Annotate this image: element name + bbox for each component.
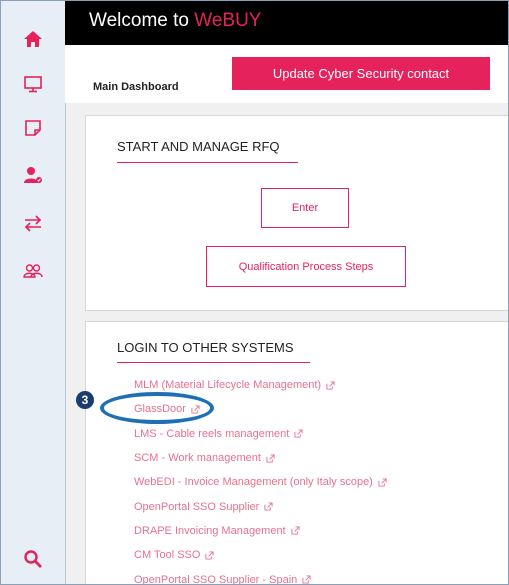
app-title: Welcome to WeBUY: [89, 10, 261, 32]
login-systems-card: LOGIN TO OTHER SYSTEMS MLM (Material Lif…: [85, 321, 508, 585]
login-title-underline: [117, 362, 310, 363]
swap-arrows-icon[interactable]: [21, 211, 45, 235]
external-link-icon: [294, 429, 303, 438]
external-link-icon: [191, 405, 200, 414]
home-icon[interactable]: [21, 27, 45, 51]
external-link-icon: [264, 502, 273, 511]
note-icon[interactable]: [21, 116, 45, 140]
top-header: Welcome to WeBUY: [65, 1, 508, 45]
link-label: GlassDoor: [134, 403, 186, 416]
user-check-icon[interactable]: [21, 163, 45, 187]
dashboard-bar: Main Dashboard Update Cyber Security con…: [65, 45, 508, 103]
link-label: OpenPortal SSO Supplier - Spain: [134, 573, 298, 585]
login-card-title: LOGIN TO OTHER SYSTEMS: [117, 340, 294, 355]
link-webedi[interactable]: WebEDI - Invoice Management (only Italy …: [134, 470, 387, 494]
link-label: WebEDI - Invoice Management (only Italy …: [134, 476, 373, 489]
external-link-icon: [378, 478, 387, 487]
link-label: OpenPortal SSO Supplier: [134, 500, 260, 513]
external-link-icon: [326, 381, 335, 390]
link-label: DRAPE Invoicing Management: [134, 524, 286, 537]
enter-button[interactable]: Enter: [261, 188, 349, 228]
link-openportal[interactable]: OpenPortal SSO Supplier: [134, 494, 387, 518]
link-label: SCM - Work management: [134, 452, 261, 465]
link-cm-tool[interactable]: CM Tool SSO: [134, 543, 387, 567]
step-marker: 3: [76, 391, 94, 409]
link-scm[interactable]: SCM - Work management: [134, 446, 387, 470]
search-icon[interactable]: [21, 547, 45, 571]
link-openportal-spain[interactable]: OpenPortal SSO Supplier - Spain: [134, 567, 387, 585]
app-window: Welcome to WeBUY Main Dashboard Update C…: [0, 0, 509, 585]
link-label: CM Tool SSO: [134, 549, 201, 562]
link-drape[interactable]: DRAPE Invoicing Management: [134, 519, 387, 543]
update-cyber-security-button[interactable]: Update Cyber Security contact: [232, 57, 490, 90]
rfq-title-underline: [117, 162, 298, 163]
brand-name: WeBUY: [194, 10, 262, 31]
monitor-icon[interactable]: [21, 72, 45, 96]
link-label: MLM (Material Lifecycle Management): [134, 379, 322, 392]
link-lms[interactable]: LMS - Cable reels management: [134, 422, 387, 446]
external-link-icon: [266, 453, 275, 463]
external-link-icon: [205, 551, 214, 560]
external-link-icon: [302, 575, 311, 584]
title-prefix: Welcome to: [89, 10, 195, 31]
sidebar: [1, 1, 66, 584]
main-dashboard-label: Main Dashboard: [93, 81, 179, 93]
external-link-icon: [291, 526, 300, 535]
rfq-card-title: START AND MANAGE RFQ: [117, 139, 280, 154]
link-label: LMS - Cable reels management: [134, 427, 290, 440]
system-links-list: MLM (Material Lifecycle Management) Glas…: [134, 373, 387, 585]
link-mlm[interactable]: MLM (Material Lifecycle Management): [134, 373, 387, 397]
qualification-process-steps-button[interactable]: Qualification Process Steps: [206, 246, 406, 287]
link-glassdoor[interactable]: GlassDoor: [134, 397, 387, 421]
rfq-card: START AND MANAGE RFQ Enter Qualification…: [85, 115, 508, 311]
users-icon[interactable]: [21, 259, 45, 283]
